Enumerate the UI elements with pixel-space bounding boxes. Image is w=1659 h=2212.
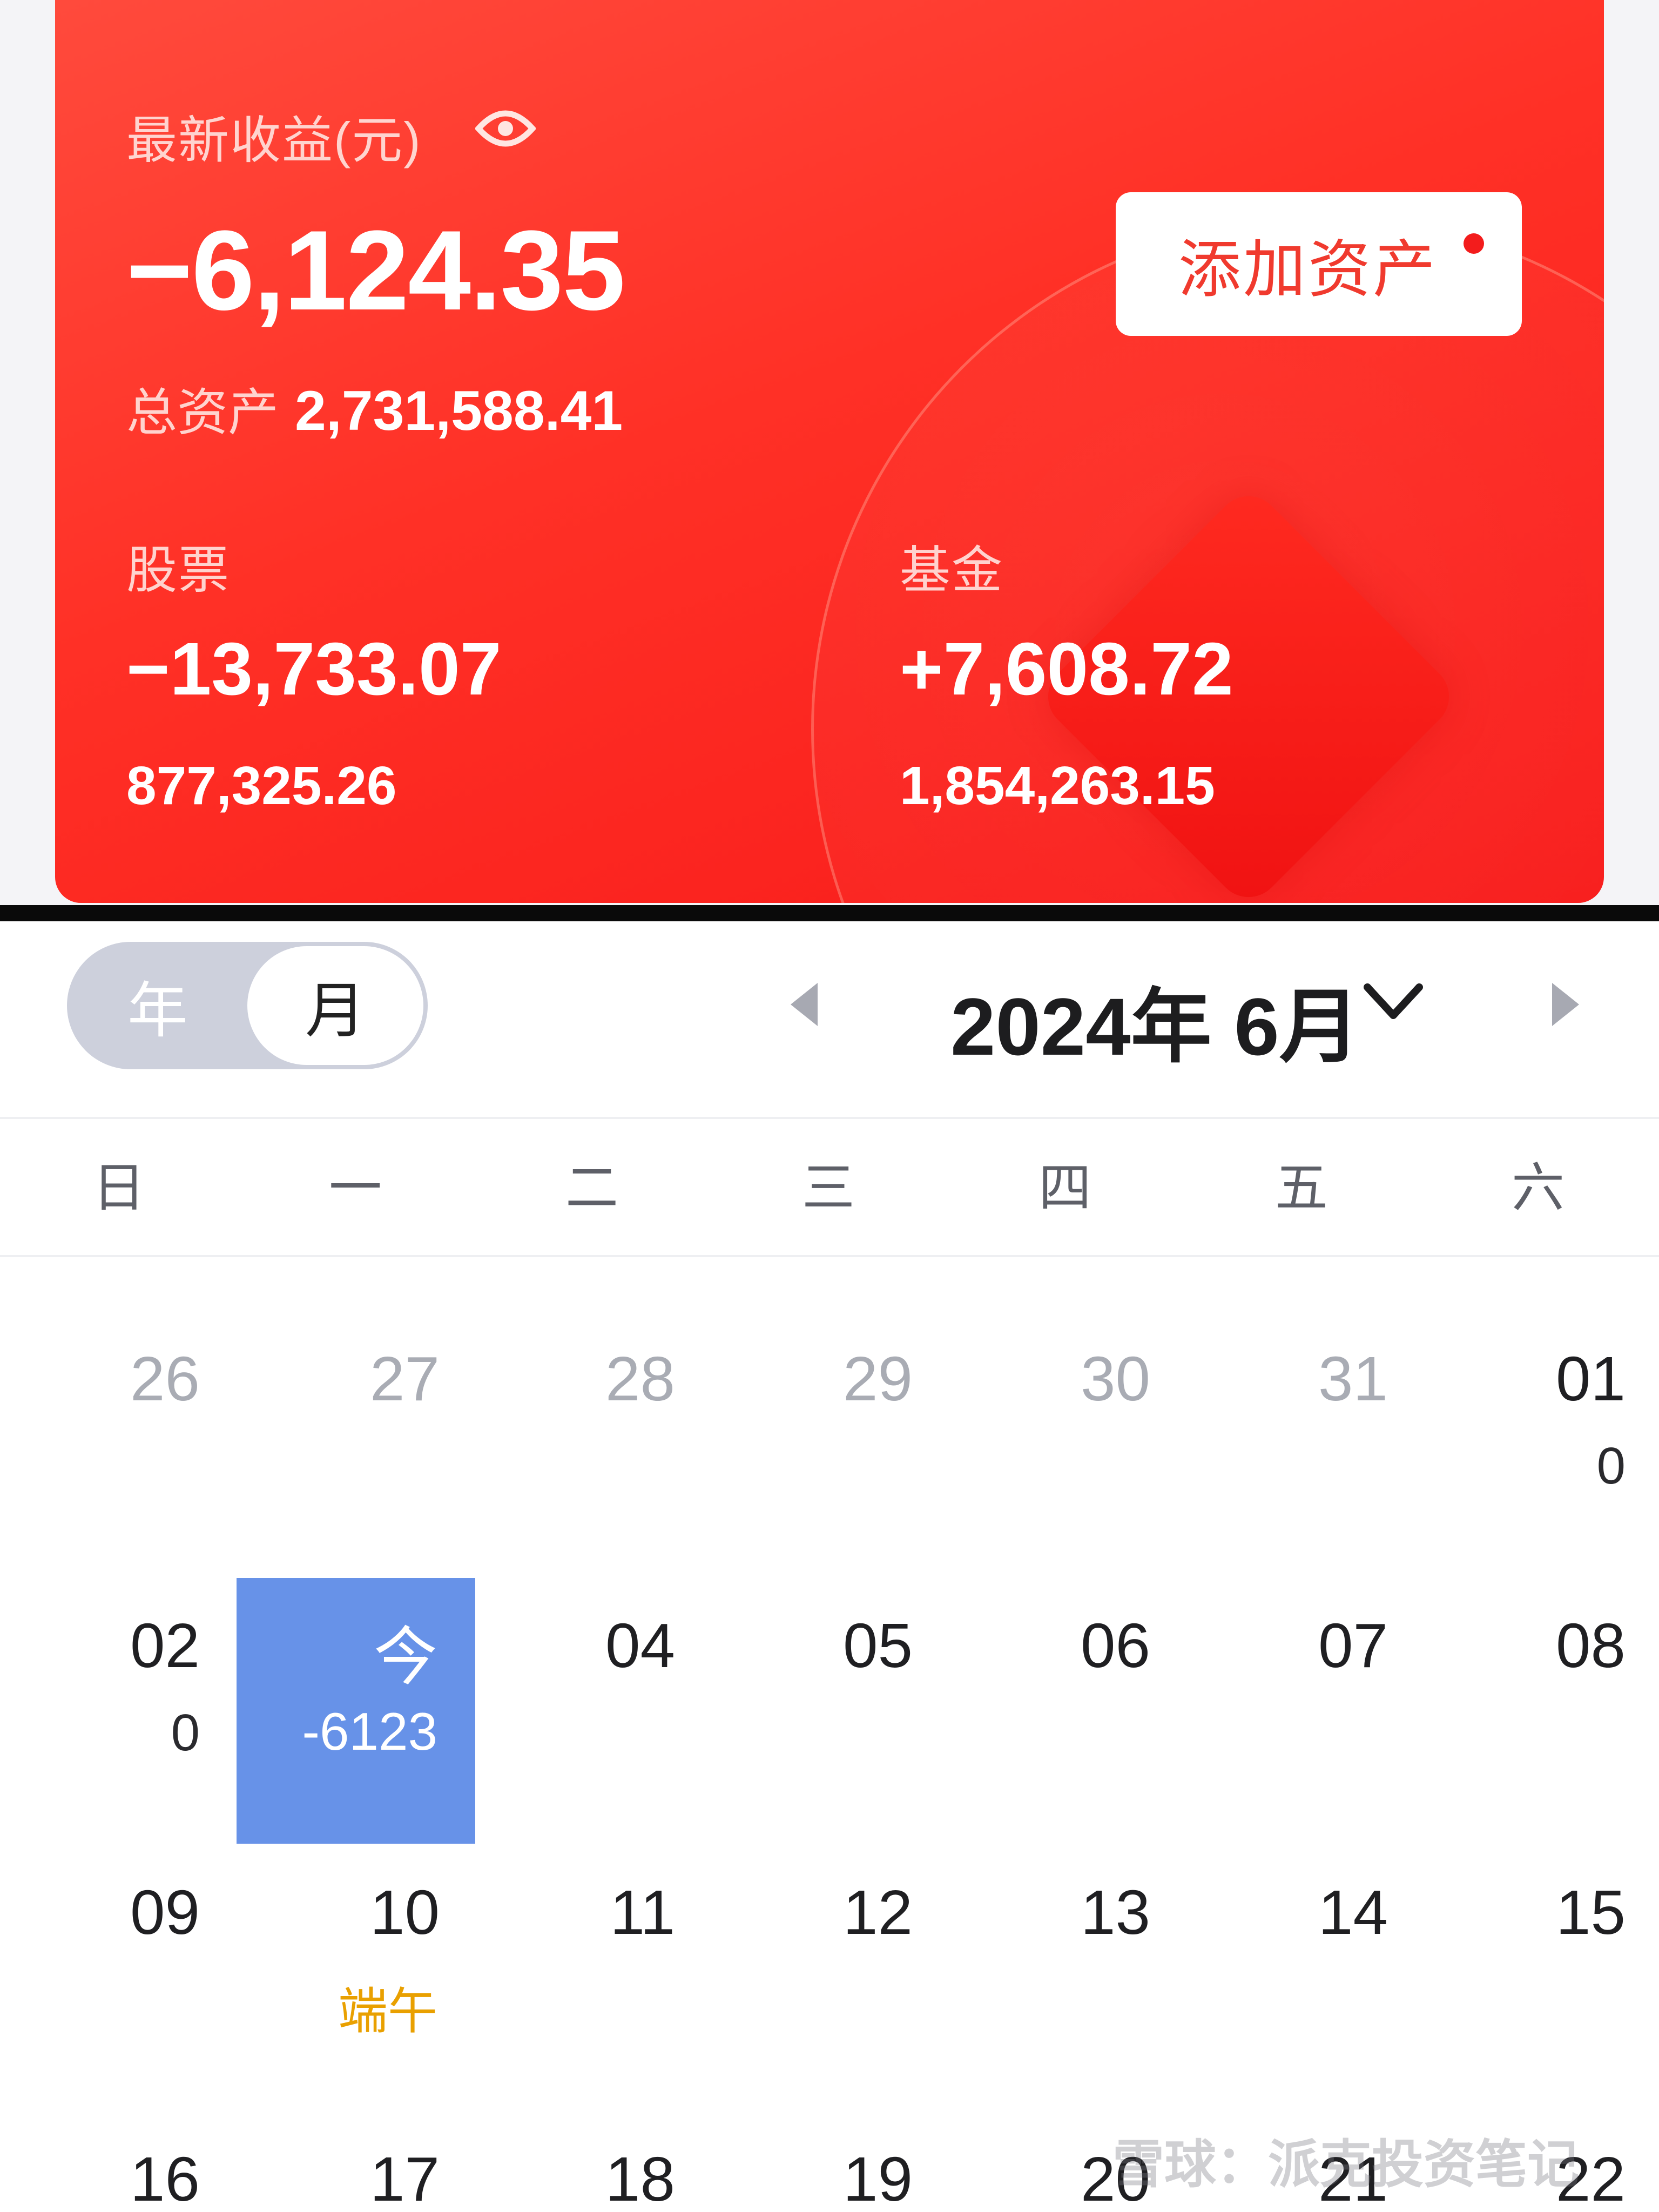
day-cell[interactable]: 09 [0,1876,200,1948]
add-asset-button-label: 添加资产 [1178,234,1438,305]
day-cell[interactable]: 01 [1399,1343,1626,1415]
day-cell[interactable]: 29 [686,1343,913,1415]
total-assets-label: 总资产 [126,384,279,441]
today-cell[interactable]: 今 -6123 [237,1578,475,1844]
day-cell[interactable]: 19 [686,2143,913,2212]
day-cell[interactable]: 28 [448,1343,675,1415]
add-asset-button[interactable]: 添加资产 [1116,192,1522,336]
toggle-month[interactable]: 月 [247,946,423,1065]
day-cell[interactable]: 26 [0,1343,200,1415]
notification-dot [1464,233,1484,254]
chevron-down-icon[interactable] [1361,977,1426,1026]
stocks-amount: 877,325.26 [126,756,397,816]
funds-amount: 1,854,263.15 [900,756,1215,816]
day-income: 0 [1596,1437,1626,1495]
weekday-wed: 三 [801,1158,855,1217]
day-cell[interactable]: 16 [0,2143,200,2212]
arrow-left-icon[interactable] [785,977,823,1031]
total-assets-row: 总资产 2,731,588.41 [126,372,623,445]
stocks-label[interactable]: 股票 [126,529,230,603]
eye-icon[interactable] [475,102,536,156]
day-cell[interactable]: 06 [923,1609,1150,1682]
weekday-fri: 五 [1274,1158,1328,1217]
watermark: 雪球：派克投资笔记 [1112,2136,1579,2194]
day-cell[interactable]: 17 [213,2143,440,2212]
latest-income-value: −6,124.35 [126,207,625,334]
day-cell[interactable]: 12 [686,1876,913,1948]
weekday-tue: 二 [565,1158,618,1217]
latest-income-label: 最新收益(元) [126,112,422,168]
day-cell[interactable]: 13 [923,1876,1150,1948]
weekday-divider [0,1255,1659,1257]
holiday-label: 端午 [338,1984,437,2039]
month-title[interactable]: 2024年 6月 [950,961,1360,1078]
day-cell[interactable]: 15 [1399,1876,1626,1948]
arrow-right-icon[interactable] [1547,977,1584,1031]
divider-bar [0,905,1659,921]
day-cell[interactable]: 02 [0,1609,200,1682]
day-cell[interactable]: 30 [923,1343,1150,1415]
today-income: -6123 [302,1702,437,1761]
year-month-toggle[interactable]: 年 月 [67,942,428,1069]
day-cell[interactable]: 05 [686,1609,913,1682]
header-divider [0,1117,1659,1119]
stocks-change: −13,733.07 [126,628,502,711]
weekday-mon: 一 [328,1158,382,1217]
day-cell[interactable]: 04 [448,1609,675,1682]
funds-change: +7,608.72 [900,628,1233,711]
day-cell[interactable]: 11 [448,1876,675,1948]
toggle-year[interactable]: 年 [67,942,248,1069]
funds-label[interactable]: 基金 [900,529,1003,603]
day-cell[interactable]: 08 [1399,1609,1626,1682]
day-cell[interactable]: 31 [1161,1343,1388,1415]
day-cell[interactable]: 27 [213,1343,440,1415]
day-cell[interactable]: 14 [1161,1876,1388,1948]
day-cell[interactable]: 10 [213,1876,440,1948]
weekday-thu: 四 [1038,1158,1091,1217]
weekday-sun: 日 [92,1158,145,1217]
total-assets-value: 2,731,588.41 [295,380,623,442]
today-label: 今 [373,1622,437,1693]
day-cell[interactable]: 18 [448,2143,675,2212]
day-income: 0 [171,1704,200,1762]
weekday-sat: 六 [1511,1158,1564,1217]
day-cell[interactable]: 07 [1161,1609,1388,1682]
